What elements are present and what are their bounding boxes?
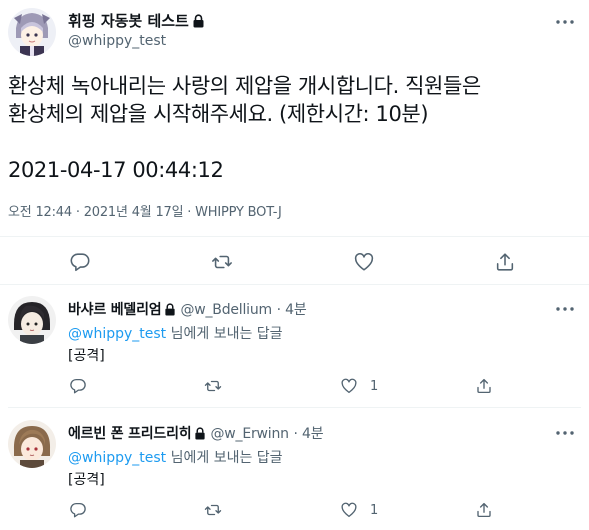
reply-handle[interactable]: @w_Bdellium	[180, 302, 272, 318]
reply-time[interactable]: · 4분	[294, 426, 324, 442]
reply-context: @whippy_test 님에게 보내는 답글	[68, 447, 283, 467]
author-display-name[interactable]: 휘핑 자동봇 테스트	[68, 10, 205, 32]
reply-button[interactable]	[69, 501, 87, 519]
more-icon[interactable]	[553, 10, 577, 34]
reply-icon	[69, 501, 87, 519]
like-icon	[340, 377, 358, 395]
share-button[interactable]	[494, 251, 516, 273]
like-count: 1	[370, 378, 379, 394]
reply-context-text: 님에게 보내는 답글	[166, 326, 283, 342]
tweet-text: 환상체 녹아내리는 사랑의 제압을 개시합니다. 직원들은 환상체의 제압을 시…	[8, 72, 583, 184]
retweet-icon	[204, 501, 222, 519]
share-icon	[475, 377, 493, 395]
reply-button[interactable]	[69, 377, 87, 395]
retweet-button[interactable]	[211, 251, 233, 273]
like-icon	[353, 251, 375, 273]
retweet-icon	[204, 377, 222, 395]
lock-icon	[164, 303, 176, 320]
more-icon[interactable]	[553, 421, 577, 445]
reply-icon	[69, 251, 91, 273]
like-count: 1	[370, 502, 379, 518]
mention-link[interactable]: @whippy_test	[68, 326, 166, 342]
like-button[interactable]	[353, 251, 375, 273]
author-avatar[interactable]	[8, 8, 56, 56]
reply-time[interactable]: · 4분	[277, 302, 307, 318]
more-icon[interactable]	[553, 297, 577, 321]
tweet-text-line: 환상체 녹아내리는 사랑의 제압을 개시합니다. 직원들은	[8, 74, 481, 98]
reply-name-text[interactable]: 바샤르 베델리엄	[68, 302, 162, 318]
like-button[interactable]: 1	[340, 377, 378, 395]
reply-body: [공격]	[68, 348, 105, 364]
like-button[interactable]: 1	[340, 501, 378, 519]
reply-context-text: 님에게 보내는 답글	[166, 450, 283, 466]
reply-context: @whippy_test 님에게 보내는 답글	[68, 323, 283, 343]
reply-author-name[interactable]: 바샤르 베델리엄 @w_Bdellium · 4분	[68, 299, 307, 320]
mention-link[interactable]: @whippy_test	[68, 450, 166, 466]
retweet-button[interactable]	[204, 501, 222, 519]
share-icon	[475, 501, 493, 519]
tweet-metadata[interactable]: 오전 12:44 · 2021년 4월 17일 · WHIPPY BOT-J	[8, 201, 282, 220]
reply-button[interactable]	[69, 251, 91, 273]
reply-author-name[interactable]: 에르빈 폰 프리드리히 @w_Erwinn · 4분	[68, 423, 324, 444]
divider	[0, 236, 589, 237]
author-handle[interactable]: @whippy_test	[68, 33, 166, 49]
divider	[8, 407, 581, 408]
author-name-text[interactable]: 휘핑 자동봇 테스트	[68, 12, 189, 30]
lock-icon	[192, 14, 205, 32]
retweet-icon	[211, 251, 233, 273]
reply-body: [공격]	[68, 472, 105, 488]
reply-author-avatar[interactable]	[8, 296, 56, 344]
reply-icon	[69, 377, 87, 395]
divider	[0, 284, 589, 285]
reply-handle[interactable]: @w_Erwinn	[210, 426, 289, 442]
like-icon	[340, 501, 358, 519]
retweet-button[interactable]	[204, 377, 222, 395]
lock-icon	[194, 427, 206, 444]
share-icon	[494, 251, 516, 273]
tweet-text-line: 환상체의 제압을 시작해주세요. (제한시간: 10분)	[8, 102, 429, 126]
tweet-text-line: 2021-04-17 00:44:12	[8, 158, 224, 182]
share-button[interactable]	[475, 501, 493, 519]
share-button[interactable]	[475, 377, 493, 395]
reply-name-text[interactable]: 에르빈 폰 프리드리히	[68, 426, 192, 442]
reply-author-avatar[interactable]	[8, 420, 56, 468]
